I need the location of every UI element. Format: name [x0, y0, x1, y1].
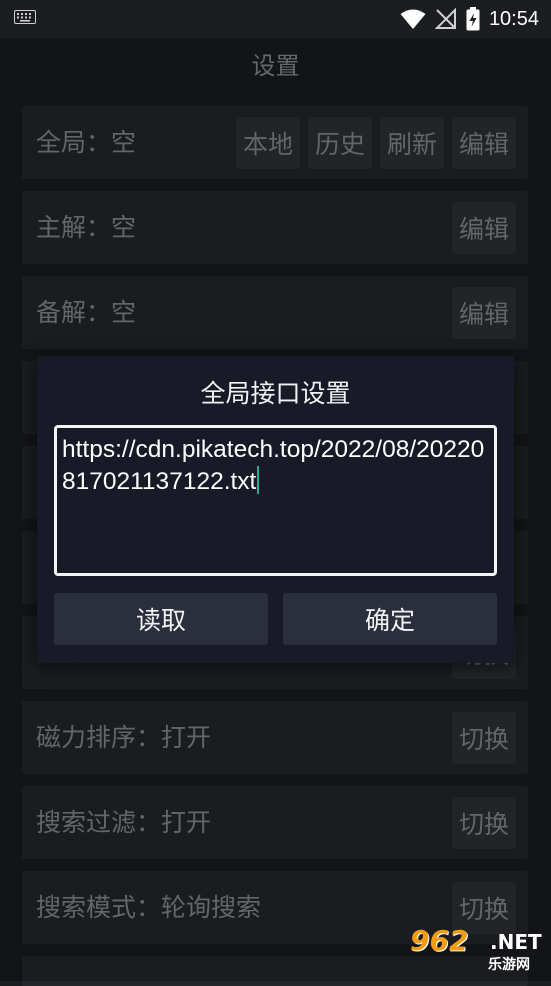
no-signal-icon — [434, 8, 456, 29]
wifi-icon — [400, 9, 426, 29]
text-caret — [257, 466, 260, 494]
watermark-numbers: 962 — [410, 924, 469, 957]
watermark-net: .NET — [490, 930, 542, 954]
battery-charging-icon — [466, 7, 480, 31]
url-input[interactable]: https://cdn.pikatech.top/2022/08/2022081… — [54, 425, 497, 576]
url-input-value: https://cdn.pikatech.top/2022/08/2022081… — [62, 436, 485, 495]
watermark-cn: 乐游网 — [488, 957, 530, 973]
clock: 10:54 — [488, 7, 539, 30]
confirm-button[interactable]: 确定 — [283, 593, 497, 645]
dialog-title: 全局接口设置 — [200, 379, 351, 408]
status-bar: 10:54 — [0, 0, 551, 38]
global-api-dialog: 全局接口设置 https://cdn.pikatech.top/2022/08/… — [37, 356, 514, 663]
site-watermark-logo: 962 .NET 乐游网 — [410, 924, 546, 976]
read-button[interactable]: 读取 — [54, 593, 268, 645]
keyboard-icon — [14, 10, 36, 24]
